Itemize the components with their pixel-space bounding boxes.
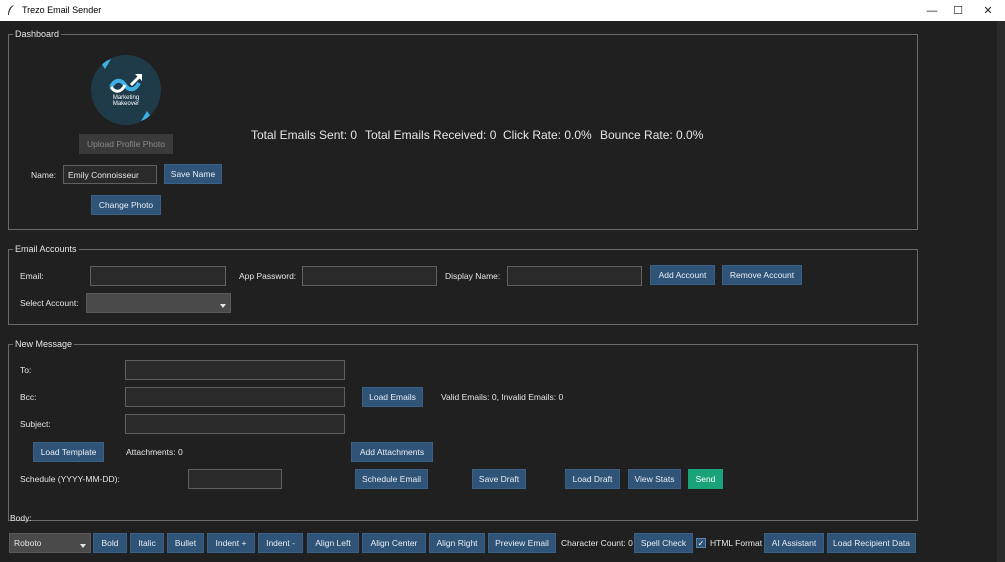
feather-app-icon	[8, 5, 14, 15]
schedule-date-input[interactable]	[188, 469, 282, 489]
change-photo-button[interactable]: Change Photo	[91, 195, 161, 215]
select-account-dropdown[interactable]	[86, 293, 231, 313]
total-received-stat: Total Emails Received: 0	[365, 128, 497, 142]
load-recipient-data-button[interactable]: Load Recipient Data	[827, 533, 916, 553]
main-content: Dashboard Marketing Makeover Upload Prof…	[0, 21, 1005, 562]
display-name-label: Display Name:	[445, 271, 501, 281]
schedule-email-button[interactable]: Schedule Email	[355, 469, 428, 489]
vertical-scrollbar[interactable]	[997, 21, 1005, 562]
maximize-button[interactable]: ☐	[941, 0, 975, 21]
close-button[interactable]: ✕	[971, 0, 1005, 21]
remove-account-button[interactable]: Remove Account	[722, 265, 802, 285]
title-bar: Trezo Email Sender — ☐ ✕	[0, 0, 1005, 21]
view-stats-button[interactable]: View Stats	[628, 469, 681, 489]
email-label: Email:	[20, 271, 44, 281]
to-input[interactable]	[125, 360, 345, 380]
app-password-input[interactable]	[302, 266, 437, 286]
logo-text-line2: Makeover	[112, 101, 140, 107]
select-account-label: Select Account:	[20, 298, 79, 308]
name-input[interactable]: Emily Connoisseur	[63, 165, 157, 184]
html-format-checkbox[interactable]: ✓	[696, 538, 706, 548]
display-name-input[interactable]	[507, 266, 642, 286]
font-select-value: Roboto	[14, 538, 42, 548]
spell-check-button[interactable]: Spell Check	[634, 533, 693, 553]
schedule-label: Schedule (YYYY-MM-DD):	[20, 474, 120, 484]
bcc-label: Bcc:	[20, 392, 37, 402]
bcc-input[interactable]	[125, 387, 345, 407]
new-message-legend: New Message	[13, 339, 75, 350]
click-rate-stat: Click Rate: 0.0%	[503, 128, 592, 142]
add-attachments-button[interactable]: Add Attachments	[351, 442, 433, 462]
email-accounts-group: Email Accounts	[8, 244, 918, 325]
indent-plus-button[interactable]: Indent +	[207, 533, 255, 553]
window-title: Trezo Email Sender	[22, 5, 102, 15]
app-password-label: App Password:	[239, 271, 297, 281]
dashboard-legend: Dashboard	[13, 29, 62, 40]
add-account-button[interactable]: Add Account	[650, 265, 715, 285]
email-input[interactable]	[90, 266, 226, 286]
bounce-rate-stat: Bounce Rate: 0.0%	[600, 128, 704, 142]
align-right-button[interactable]: Align Right	[429, 533, 485, 553]
align-left-button[interactable]: Align Left	[307, 533, 359, 553]
font-select-dropdown[interactable]: Roboto	[9, 533, 91, 553]
marketing-logo-icon	[101, 59, 151, 121]
html-format-label: HTML Format	[710, 538, 763, 548]
italic-button[interactable]: Italic	[130, 533, 164, 553]
valid-invalid-emails-status: Valid Emails: 0, Invalid Emails: 0	[441, 392, 564, 402]
send-button[interactable]: Send	[688, 469, 723, 489]
subject-label: Subject:	[20, 419, 51, 429]
bold-button[interactable]: Bold	[93, 533, 127, 553]
save-draft-button[interactable]: Save Draft	[472, 469, 526, 489]
upload-profile-photo-button[interactable]: Upload Profile Photo	[79, 134, 173, 154]
character-count: Character Count: 0	[561, 538, 633, 548]
save-name-button[interactable]: Save Name	[164, 164, 222, 184]
subject-input[interactable]	[125, 414, 345, 434]
load-emails-button[interactable]: Load Emails	[362, 387, 423, 407]
body-label: Body:	[10, 513, 32, 523]
email-accounts-legend: Email Accounts	[13, 244, 79, 255]
load-draft-button[interactable]: Load Draft	[565, 469, 620, 489]
bullet-button[interactable]: Bullet	[167, 533, 204, 553]
total-sent-stat: Total Emails Sent: 0	[251, 128, 358, 142]
align-center-button[interactable]: Align Center	[362, 533, 426, 553]
indent-minus-button[interactable]: Indent -	[258, 533, 303, 553]
to-label: To:	[20, 365, 32, 375]
profile-avatar: Marketing Makeover	[91, 55, 161, 125]
name-label: Name:	[31, 170, 57, 180]
chevron-down-icon	[80, 544, 86, 548]
chevron-down-icon	[220, 304, 226, 308]
load-template-button[interactable]: Load Template	[33, 442, 104, 462]
ai-assistant-button[interactable]: AI Assistant	[764, 533, 824, 553]
preview-email-button[interactable]: Preview Email	[488, 533, 556, 553]
attachments-count: Attachments: 0	[126, 447, 183, 457]
